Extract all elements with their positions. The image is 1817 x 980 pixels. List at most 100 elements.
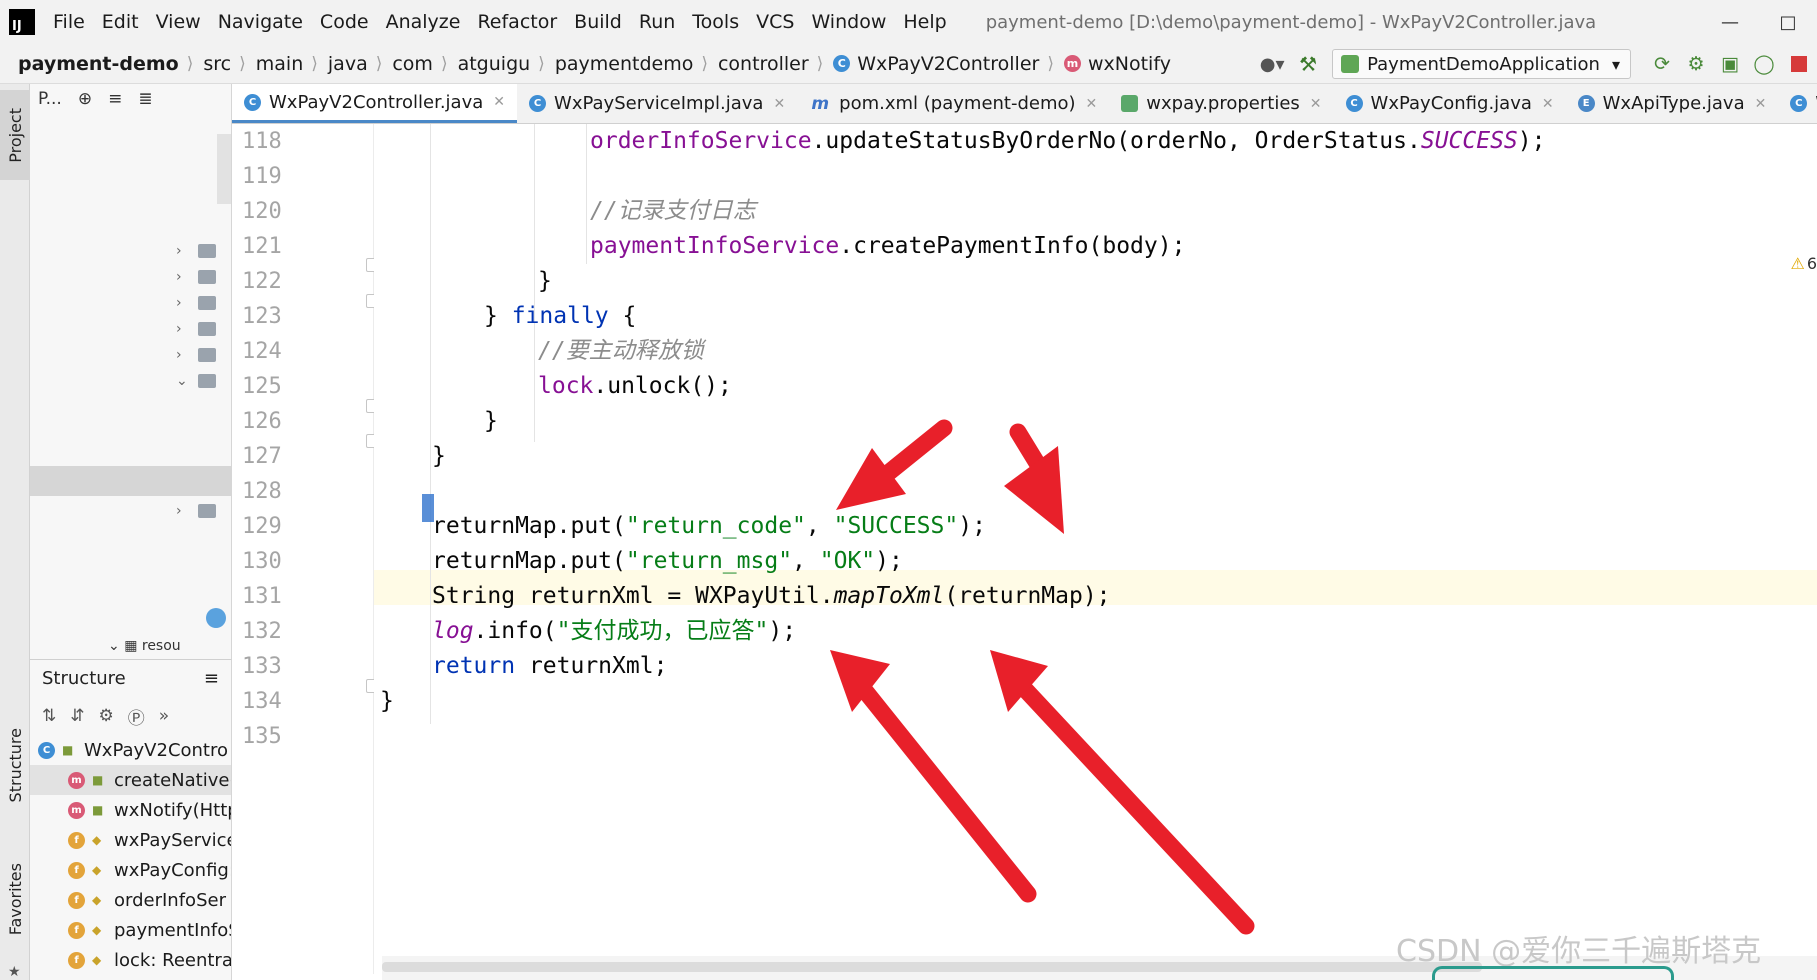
maximize-icon[interactable]: □ [1759, 12, 1817, 33]
editor-tabs: C WxPayV2Controller.java ✕ C WxPayServiceIm… [232, 84, 1817, 124]
breadcrumb-atguigu[interactable]: atguigu ⟩ [458, 53, 555, 75]
tree-folder-row[interactable]: › [176, 318, 216, 340]
stop-icon[interactable] [1791, 56, 1807, 72]
close-icon[interactable]: ✕ [1310, 96, 1322, 112]
tab-wxpayconfig[interactable]: C WxPayConfig.java ✕ [1334, 84, 1566, 123]
breadcrumb-label: controller [717, 52, 809, 75]
minimize-icon[interactable]: — [1701, 12, 1759, 33]
close-icon[interactable]: ✕ [1542, 96, 1554, 112]
tree-folder-row[interactable]: › [176, 266, 216, 288]
tab-wxpayv2controller[interactable]: C WxPayV2Controller.java ✕ [232, 84, 518, 123]
class-icon: C [1345, 95, 1363, 112]
menu-file[interactable]: File [53, 11, 85, 33]
breadcrumb-src[interactable]: src ⟩ [203, 53, 255, 75]
coverage-icon[interactable]: ▣ [1713, 53, 1747, 75]
breadcrumb-paymentdemo[interactable]: paymentdemo ⟩ [555, 53, 718, 75]
indent-guide [586, 124, 587, 264]
line-number: 131 [242, 584, 282, 609]
profile-icon[interactable]: ◯ [1747, 53, 1781, 75]
editor-gutter: 118 119 120 121 122 123 124 125 126 127 … [232, 124, 380, 974]
tool-window-structure[interactable]: Structure [0, 710, 30, 820]
user-icon[interactable]: ●▾ [1254, 54, 1290, 75]
close-icon[interactable]: ✕ [1755, 96, 1767, 112]
tool-window-favorites[interactable]: Favorites [0, 839, 30, 959]
structure-item[interactable]: f ◆ lock: Reentra [30, 945, 231, 975]
show-properties-icon[interactable]: Ⓟ [128, 704, 145, 729]
tool-window-project[interactable]: Project [0, 90, 30, 180]
close-icon[interactable]: ✕ [1086, 96, 1098, 112]
breadcrumb-java[interactable]: java ⟩ [328, 53, 392, 75]
tree-folder-row[interactable]: › [176, 292, 216, 314]
breadcrumb-class[interactable]: C WxPayV2Controller ⟩ [833, 53, 1064, 75]
indent-guide [534, 124, 535, 442]
structure-item[interactable]: f ◆ paymentInfoS [30, 915, 231, 945]
tree-folder-row[interactable]: › [176, 344, 216, 366]
project-view-select[interactable]: P... [38, 89, 62, 109]
menu-vcs[interactable]: VCS [756, 11, 794, 33]
menu-navigate[interactable]: Navigate [218, 11, 303, 33]
menu-build[interactable]: Build [574, 11, 622, 33]
menu-refactor[interactable]: Refactor [477, 11, 557, 33]
class-icon: C [529, 95, 547, 112]
tree-selected-row[interactable] [30, 466, 231, 496]
tab-wxpay-properties[interactable]: wxpay.properties ✕ [1109, 84, 1333, 123]
hammer-icon[interactable]: ⚒ [1290, 52, 1326, 76]
structure-item[interactable]: m ■ createNative( [30, 765, 231, 795]
navigation-bar: payment-demo ⟩ src ⟩ main ⟩ java ⟩ com ⟩ atgu… [0, 44, 1817, 84]
code-editor[interactable]: orderInfoService.updateStatusByOrderNo(o… [374, 124, 1817, 956]
code-line: returnMap.put("return_msg", "OK"); [432, 548, 903, 574]
line-number: 122 [242, 269, 282, 294]
tab-wxapitype[interactable]: E WxApiType.java ✕ [1566, 84, 1779, 123]
menu-window[interactable]: Window [811, 11, 886, 33]
breadcrumb-controller[interactable]: controller ⟩ [718, 53, 833, 75]
breadcrumb-project[interactable]: payment-demo ⟩ [18, 53, 203, 75]
structure-item[interactable]: f ◆ wxPayService [30, 825, 231, 855]
folder-icon [198, 504, 216, 518]
tab-pom-xml[interactable]: m pom.xml (payment-demo) ✕ [797, 84, 1109, 123]
code-line: paymentInfoService.createPaymentInfo(bod… [590, 233, 1186, 259]
close-icon[interactable]: ✕ [493, 94, 505, 110]
locate-icon[interactable]: ⊕ [78, 89, 92, 109]
more-icon[interactable]: » [159, 706, 169, 726]
menu-tools[interactable]: Tools [692, 11, 739, 33]
breadcrumb-method[interactable]: m wxNotify [1063, 53, 1171, 75]
tree-folder-row[interactable]: › [176, 240, 216, 262]
rerun-icon[interactable]: ⟳ [1645, 53, 1679, 75]
tab-wxpayserviceimpl[interactable]: C WxPayServiceImpl.java ✕ [517, 84, 797, 123]
line-number: 119 [242, 164, 282, 189]
close-icon[interactable]: ✕ [773, 96, 785, 112]
menu-code[interactable]: Code [320, 11, 369, 33]
tree-folder-row[interactable]: › [176, 500, 216, 522]
debug-icon[interactable]: ⚙ [1679, 53, 1713, 75]
structure-item[interactable]: f ◆ orderInfoSer [30, 885, 231, 915]
code-line: //要主动释放锁 [538, 338, 704, 364]
structure-item[interactable]: f ◆ wxPayConfig: [30, 855, 231, 885]
menu-help[interactable]: Help [903, 11, 946, 33]
menu-view[interactable]: View [156, 11, 201, 33]
menu-analyze[interactable]: Analyze [386, 11, 461, 33]
inspection-widget[interactable]: ⚠ 6 [1790, 254, 1817, 273]
structure-item[interactable]: C ■ WxPayV2Contro [30, 735, 231, 765]
tab-truncated[interactable]: CWx [1778, 84, 1817, 123]
menu-run[interactable]: Run [639, 11, 675, 33]
run-configuration-select[interactable]: PaymentDemoApplication ▾ [1332, 49, 1631, 79]
line-number: 130 [242, 549, 282, 574]
sort-alpha-icon[interactable]: ⇵ [70, 706, 84, 726]
menu-edit[interactable]: Edit [102, 11, 139, 33]
lock-icon: ◆ [92, 863, 102, 877]
structure-header: Structure ≡ [30, 660, 231, 697]
tree-folder-row[interactable]: ⌄ [176, 370, 216, 392]
tree-resources-row[interactable]: ⌄ ▦ resou [108, 638, 181, 654]
expand-all-icon[interactable]: ≡ [108, 89, 122, 109]
structure-item-label: WxPayV2Contro [84, 739, 229, 761]
collapse-all-icon[interactable]: ≣ [138, 89, 152, 109]
show-inherited-icon[interactable]: ⚙ [99, 706, 114, 726]
sort-visibility-icon[interactable]: ⇅ [42, 706, 56, 726]
breadcrumb-com[interactable]: com ⟩ [392, 53, 457, 75]
folder-icon [198, 374, 216, 388]
structure-item[interactable]: m ■ wxNotify(Http [30, 795, 231, 825]
scrollbar-thumb[interactable] [382, 962, 1482, 972]
breadcrumb-main[interactable]: main ⟩ [256, 53, 328, 75]
options-icon[interactable]: ≡ [204, 668, 219, 689]
panel-scrollbar[interactable] [217, 134, 231, 204]
